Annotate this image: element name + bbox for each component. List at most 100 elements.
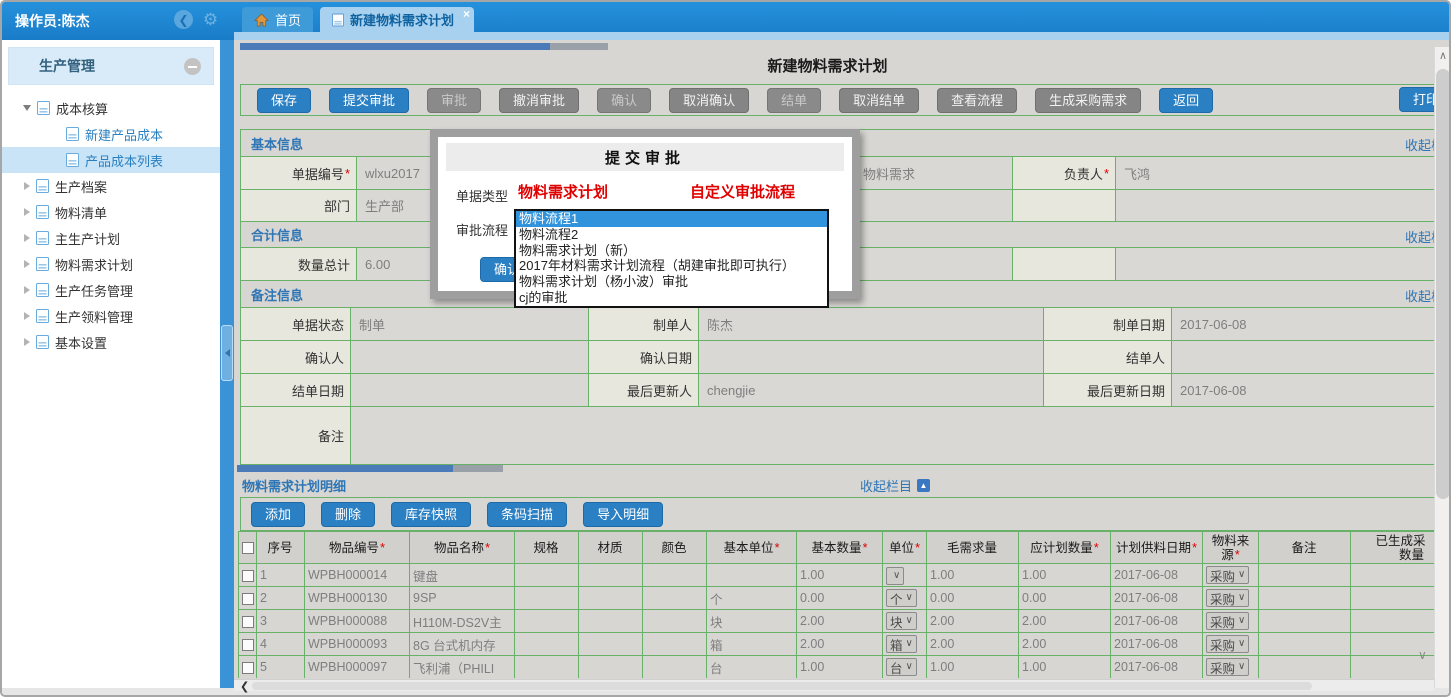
row-select-cell[interactable] xyxy=(239,656,257,679)
scrollbar-thumb[interactable] xyxy=(240,43,550,50)
item-code-cell[interactable]: WPBH000014 xyxy=(305,564,410,587)
item-name-cell[interactable]: 8G 台式机内存 xyxy=(410,633,515,656)
view-flow-button[interactable]: 查看流程 xyxy=(937,88,1017,113)
checkbox[interactable] xyxy=(242,639,254,651)
confirm-button[interactable]: 确认 xyxy=(597,88,651,113)
sidebar-item-basic-settings[interactable]: 基本设置 xyxy=(2,329,220,355)
submit-approval-button[interactable]: 提交审批 xyxy=(329,88,409,113)
plan-qty-cell[interactable]: 1.00 xyxy=(1019,656,1111,679)
empty-field[interactable] xyxy=(1115,190,1435,221)
source-select[interactable]: 采购∨ xyxy=(1206,635,1249,653)
chevron-right-icon[interactable] xyxy=(24,260,30,268)
unit-select[interactable]: 个∨ xyxy=(886,589,917,607)
unit-select[interactable]: ∨ xyxy=(886,567,904,585)
owner-field[interactable]: 飞鸿 xyxy=(1115,157,1435,189)
checkbox[interactable] xyxy=(242,570,254,582)
source-select[interactable]: 采购∨ xyxy=(1206,589,1249,607)
sidebar-item-product-cost-list[interactable]: 产品成本列表 xyxy=(2,147,220,173)
listbox-option[interactable]: 物料需求计划（新） xyxy=(516,243,827,259)
spec-cell[interactable] xyxy=(515,564,579,587)
chevron-right-icon[interactable] xyxy=(24,234,30,242)
color-cell[interactable] xyxy=(643,564,707,587)
sidebar-item-cost-accounting[interactable]: 成本核算 xyxy=(2,95,220,121)
checkbox[interactable] xyxy=(242,616,254,628)
chevron-right-icon[interactable] xyxy=(24,208,30,216)
gross-qty-cell[interactable]: 1.00 xyxy=(927,656,1019,679)
chevron-right-icon[interactable] xyxy=(24,338,30,346)
spec-cell[interactable] xyxy=(515,656,579,679)
color-cell[interactable] xyxy=(643,633,707,656)
supply-date-cell[interactable]: 2017-06-08 xyxy=(1111,656,1203,679)
back-icon[interactable]: ❮ xyxy=(174,10,193,29)
chevron-right-icon[interactable] xyxy=(24,312,30,320)
back-button[interactable]: 返回 xyxy=(1159,88,1213,113)
source-select[interactable]: 采购∨ xyxy=(1206,566,1249,584)
plan-qty-cell[interactable]: 0.00 xyxy=(1019,587,1111,610)
listbox-option[interactable]: 物料流程2 xyxy=(516,227,827,243)
close-order-button[interactable]: 结单 xyxy=(767,88,821,113)
sidebar-item-bom[interactable]: 物料清单 xyxy=(2,199,220,225)
material-cell[interactable] xyxy=(579,656,643,679)
stock-snapshot-button[interactable]: 库存快照 xyxy=(391,502,471,527)
listbox-option[interactable]: 物料流程1 xyxy=(516,211,827,227)
item-name-cell[interactable]: H110M-DS2V主 xyxy=(410,610,515,633)
listbox-option[interactable]: 物料需求计划（杨小波）审批 xyxy=(516,274,827,290)
plan-qty-cell[interactable]: 1.00 xyxy=(1019,564,1111,587)
sidebar-item-material-issue[interactable]: 生产领料管理 xyxy=(2,303,220,329)
item-name-cell[interactable]: 飞利浦（PHILI xyxy=(410,656,515,679)
spec-cell[interactable] xyxy=(515,633,579,656)
checkbox[interactable] xyxy=(242,662,254,674)
checkbox[interactable] xyxy=(242,542,254,554)
sidebar-splitter[interactable] xyxy=(220,40,234,688)
sidebar-item-new-product-cost[interactable]: 新建产品成本 xyxy=(2,121,220,147)
base-qty-cell[interactable]: 0.00 xyxy=(797,587,883,610)
collapse-sidebar-handle[interactable] xyxy=(221,325,233,381)
scrollbar-thumb[interactable] xyxy=(237,465,453,472)
base-qty-cell[interactable]: 1.00 xyxy=(797,656,883,679)
plan-qty-cell[interactable]: 2.00 xyxy=(1019,633,1111,656)
cancel-close-order-button[interactable]: 取消结单 xyxy=(839,88,919,113)
select-all-header[interactable] xyxy=(239,532,257,564)
tab-current[interactable]: 新建物料需求计划 × xyxy=(320,7,474,32)
horizontal-scrollbar-top[interactable] xyxy=(240,43,608,50)
item-code-cell[interactable]: WPBH000097 xyxy=(305,656,410,679)
revoke-approval-button[interactable]: 撤消审批 xyxy=(499,88,579,113)
supply-date-cell[interactable]: 2017-06-08 xyxy=(1111,564,1203,587)
add-row-button[interactable]: 添加 xyxy=(251,502,305,527)
color-cell[interactable] xyxy=(643,587,707,610)
gross-qty-cell[interactable]: 0.00 xyxy=(927,587,1019,610)
gross-qty-cell[interactable]: 1.00 xyxy=(927,564,1019,587)
barcode-scan-button[interactable]: 条码扫描 xyxy=(487,502,567,527)
row-select-cell[interactable] xyxy=(239,633,257,656)
item-code-cell[interactable]: WPBH000130 xyxy=(305,587,410,610)
material-cell[interactable] xyxy=(579,633,643,656)
sidebar-item-mrp[interactable]: 物料需求计划 xyxy=(2,251,220,277)
collapse-panel-icon[interactable] xyxy=(184,58,201,75)
remark-cell[interactable] xyxy=(1259,564,1351,587)
gear-icon[interactable]: ⚙ xyxy=(201,10,220,29)
gross-qty-cell[interactable]: 2.00 xyxy=(927,633,1019,656)
color-cell[interactable] xyxy=(643,656,707,679)
cancel-confirm-button[interactable]: 取消确认 xyxy=(669,88,749,113)
spec-cell[interactable] xyxy=(515,610,579,633)
spec-cell[interactable] xyxy=(515,587,579,610)
supply-date-cell[interactable]: 2017-06-08 xyxy=(1111,633,1203,656)
delete-row-button[interactable]: 删除 xyxy=(321,502,375,527)
row-select-cell[interactable] xyxy=(239,610,257,633)
close-icon[interactable]: × xyxy=(463,7,470,21)
sidebar-item-production-archive[interactable]: 生产档案 xyxy=(2,173,220,199)
source-select[interactable]: 采购∨ xyxy=(1206,612,1249,630)
listbox-option[interactable]: cj的审批 xyxy=(516,290,827,306)
scrollbar-thumb[interactable] xyxy=(252,682,1312,690)
supply-date-cell[interactable]: 2017-06-08 xyxy=(1111,587,1203,610)
supply-date-cell[interactable]: 2017-06-08 xyxy=(1111,610,1203,633)
listbox-option[interactable]: 2017年材料需求计划流程（胡建审批即可执行） xyxy=(516,258,827,274)
remark-field[interactable] xyxy=(350,407,1435,464)
chevron-down-icon[interactable] xyxy=(23,105,31,111)
sidebar-item-task-mgmt[interactable]: 生产任务管理 xyxy=(2,277,220,303)
tab-home[interactable]: 首页 xyxy=(242,7,313,32)
gross-qty-cell[interactable]: 2.00 xyxy=(927,610,1019,633)
item-code-cell[interactable]: WPBH000088 xyxy=(305,610,410,633)
scrollbar-segment[interactable] xyxy=(453,465,503,472)
custom-flow-link[interactable]: 自定义审批流程 xyxy=(690,181,795,202)
